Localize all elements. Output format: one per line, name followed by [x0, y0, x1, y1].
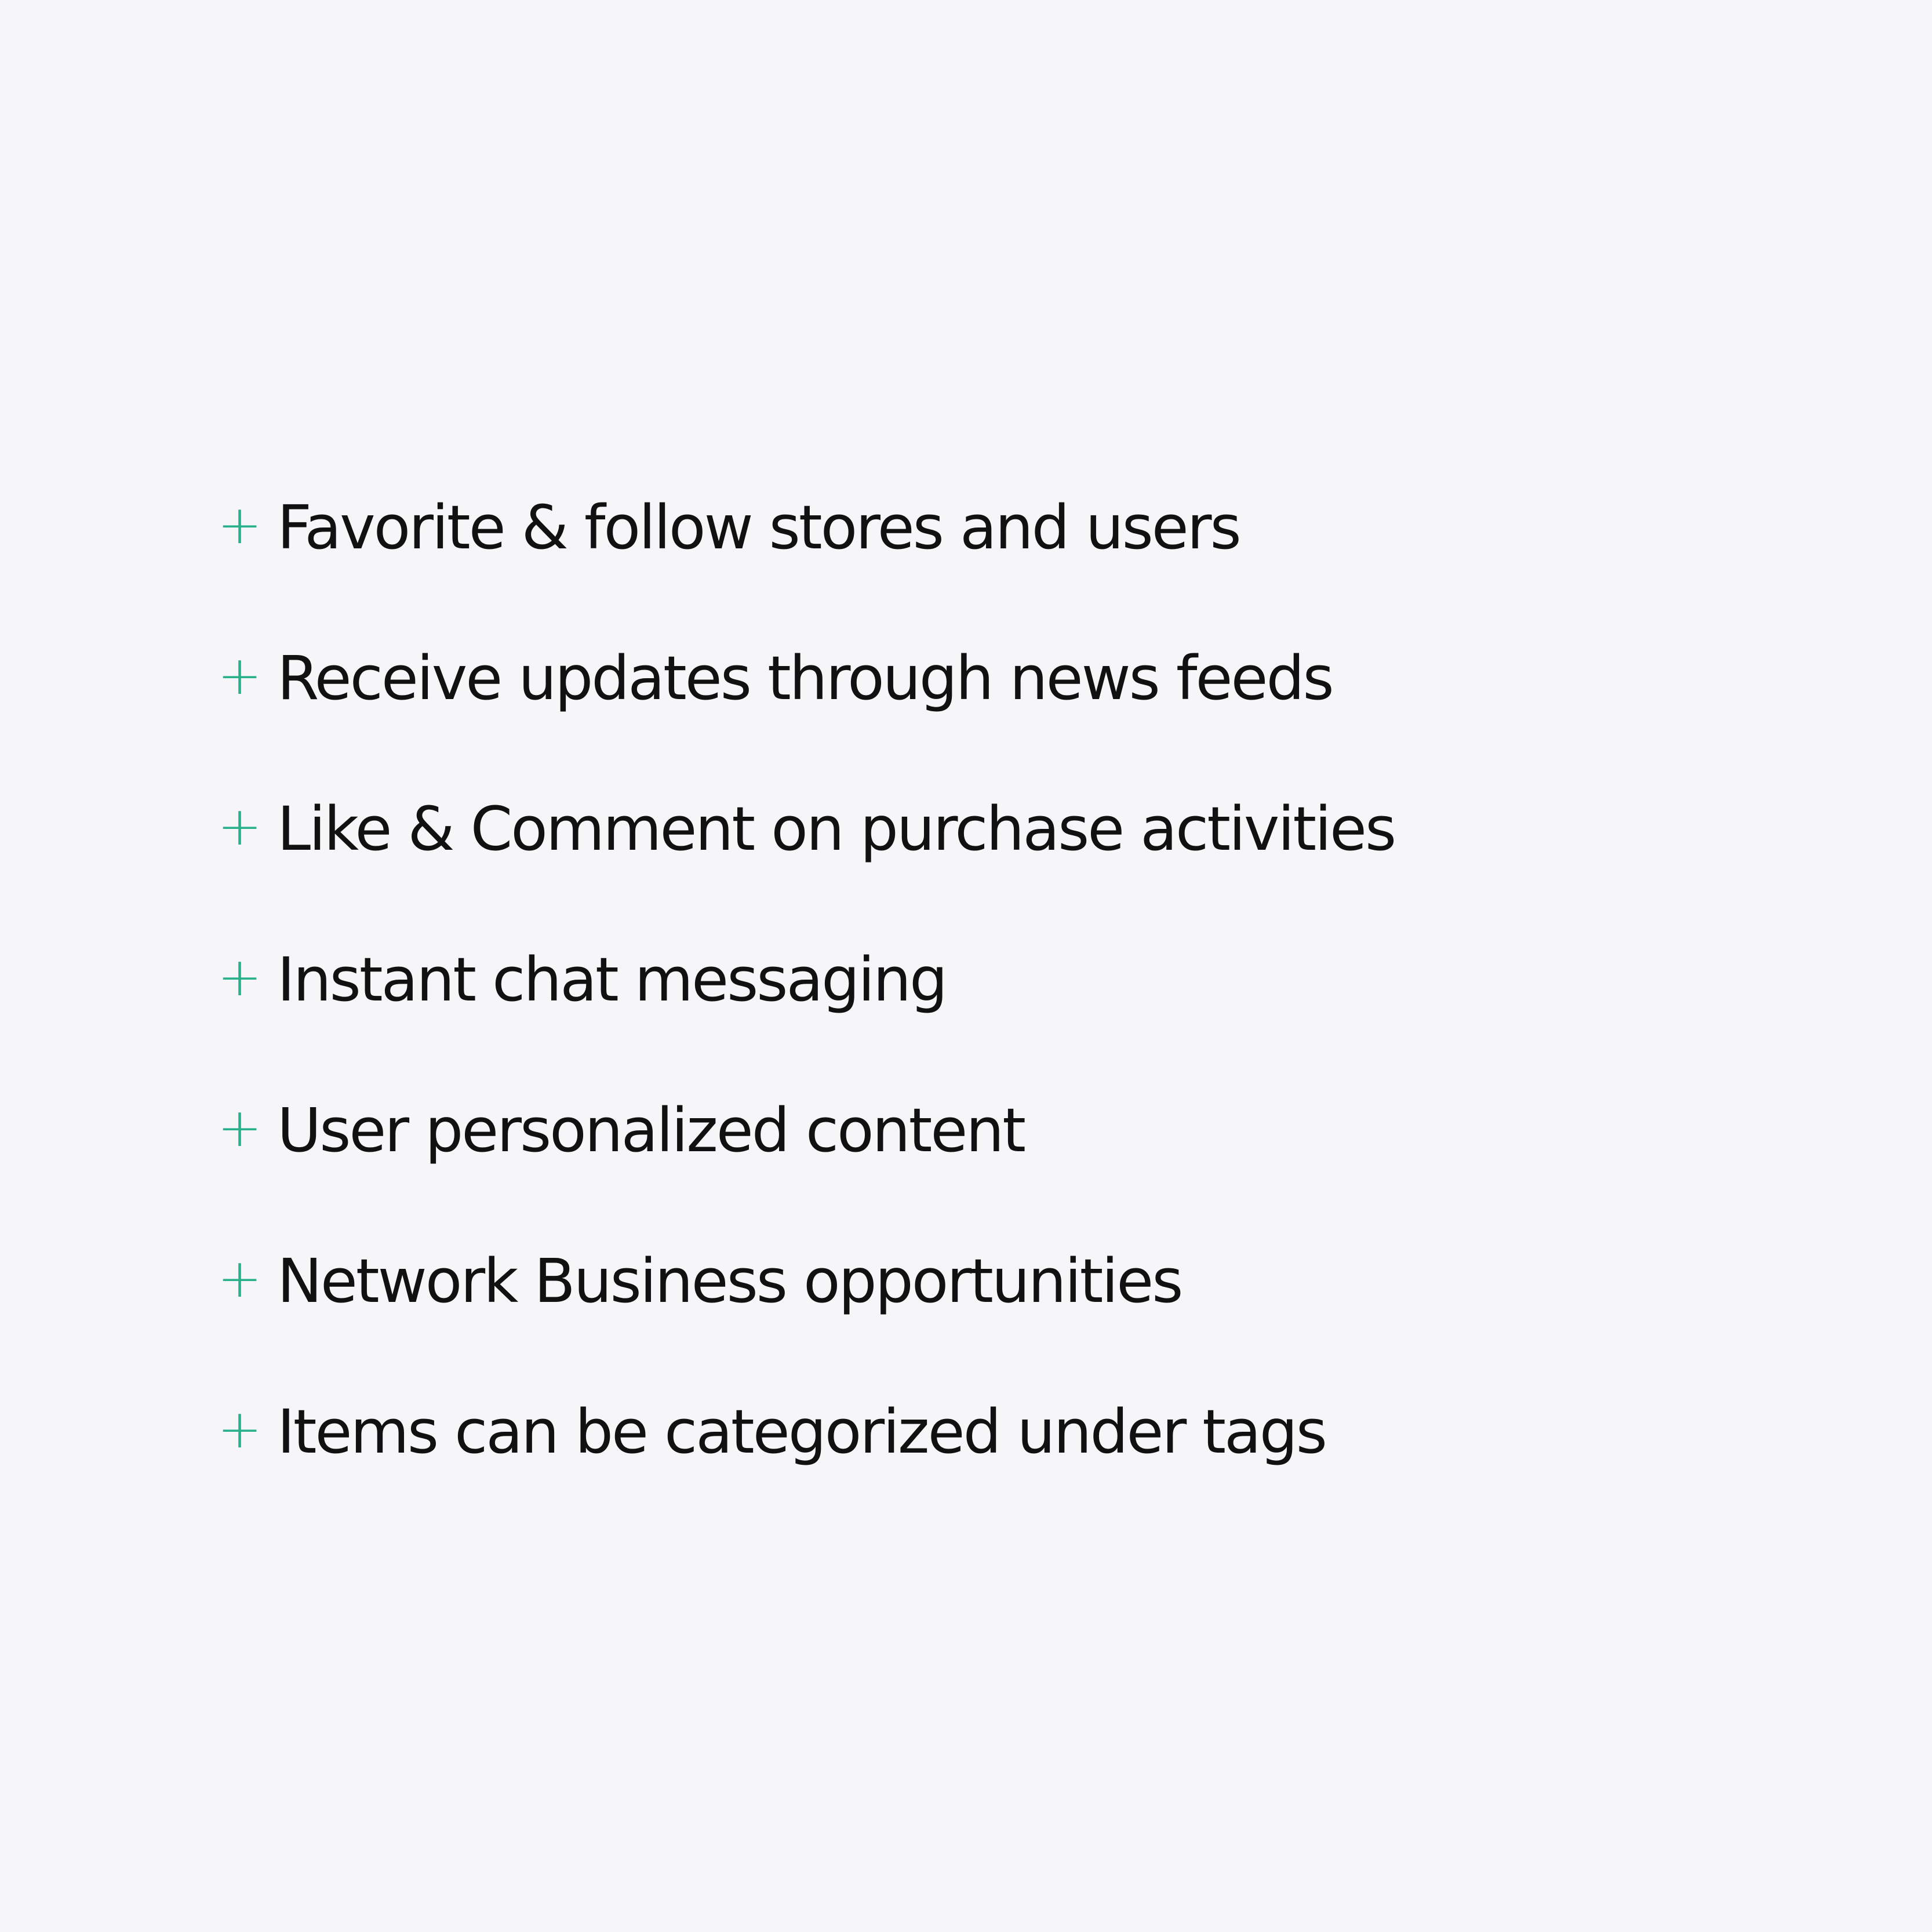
feature-label: Network Business opportunities — [277, 1246, 1183, 1316]
plus-icon: + — [217, 1398, 263, 1460]
feature-item-tags: + Items can be categorized under tags — [217, 1356, 1395, 1507]
feature-item-favorite-follow: + Favorite & follow stores and users — [217, 452, 1395, 603]
plus-icon: + — [217, 1247, 263, 1309]
plus-icon: + — [217, 1097, 263, 1159]
feature-item-personalized-content: + User personalized content — [217, 1055, 1395, 1206]
plus-icon: + — [217, 946, 263, 1008]
plus-icon: + — [217, 494, 263, 556]
feature-label: Items can be categorized under tags — [277, 1396, 1327, 1467]
feature-item-like-comment: + Like & Comment on purchase activities — [217, 754, 1396, 904]
feature-item-instant-chat: + Instant chat messaging — [217, 904, 1395, 1055]
feature-item-network-business: + Network Business opportunities — [217, 1206, 1395, 1356]
feature-label: Favorite & follow stores and users — [277, 492, 1242, 563]
plus-icon: + — [217, 645, 263, 707]
feature-label: Like & Comment on purchase activities — [277, 794, 1396, 864]
plus-icon: + — [217, 795, 263, 857]
feature-label: Receive updates through news feeds — [277, 643, 1334, 714]
feature-label: Instant chat messaging — [277, 944, 948, 1015]
feature-item-news-feeds: + Receive updates through news feeds — [217, 603, 1395, 754]
feature-label: User personalized content — [277, 1095, 1026, 1166]
feature-list: + Favorite & follow stores and users + R… — [217, 452, 1396, 1507]
